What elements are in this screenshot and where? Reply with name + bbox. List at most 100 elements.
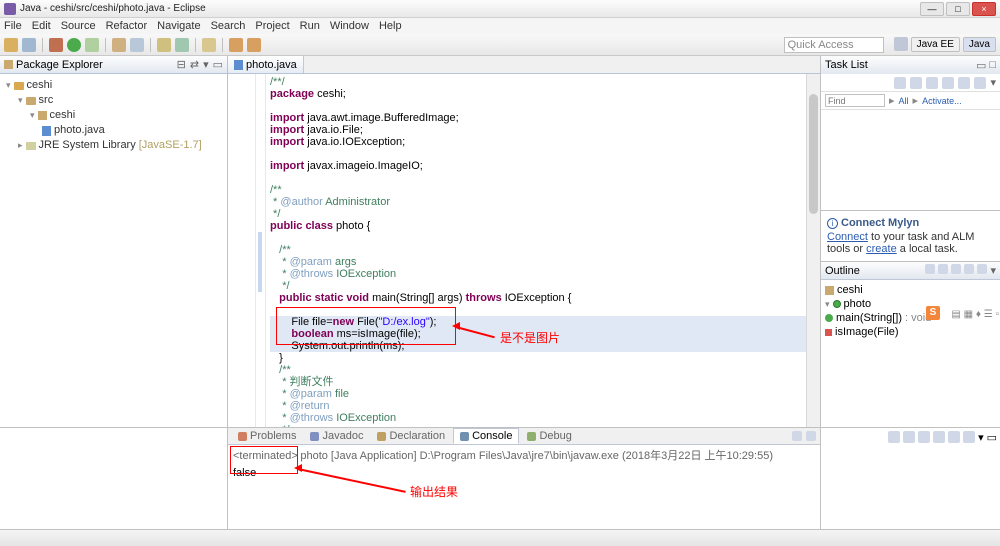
editor-area: photo.java /**/ package ceshi; import ja… (228, 56, 820, 427)
task-max-icon[interactable]: □ (989, 59, 996, 72)
task-min-icon[interactable]: ▭ (976, 59, 986, 72)
menu-file[interactable]: File (4, 20, 22, 32)
menu-edit[interactable]: Edit (32, 20, 51, 32)
tab-problems[interactable]: Problems (232, 428, 302, 444)
task-all-link[interactable]: All (899, 96, 909, 106)
debug-icon[interactable] (49, 38, 63, 52)
nav-back-icon[interactable] (229, 38, 243, 52)
package-explorer-icon (4, 60, 13, 69)
java-file-icon (42, 126, 51, 136)
minimize-button[interactable]: — (920, 2, 944, 16)
package-icon (38, 111, 47, 120)
menu-source[interactable]: Source (61, 20, 96, 32)
eclipse-icon (4, 3, 16, 15)
br-icon-1[interactable] (888, 431, 900, 443)
link-editor-icon[interactable]: ⇄ (190, 58, 199, 71)
new-package-icon[interactable] (112, 38, 126, 52)
br-icon-3[interactable] (918, 431, 930, 443)
mylyn-connect-link[interactable]: Connect (827, 231, 868, 243)
run-icon[interactable] (67, 38, 81, 52)
menu-run[interactable]: Run (300, 20, 320, 32)
tree-package[interactable]: ▾ceshi (6, 108, 221, 123)
outline-sort-icon[interactable] (925, 264, 935, 274)
br-icon-2[interactable] (903, 431, 915, 443)
run-last-icon[interactable] (85, 38, 99, 52)
mylyn-create-link[interactable]: create (866, 243, 897, 255)
tree-jre-library[interactable]: ▸JRE System Library [JavaSE-1.7] (6, 138, 221, 153)
outline-package[interactable]: ceshi (825, 283, 996, 297)
tab-debug[interactable]: Debug (521, 428, 577, 444)
view-menu-icon[interactable]: ▾ (203, 58, 209, 71)
menu-window[interactable]: Window (330, 20, 369, 32)
tab-console[interactable]: Console (453, 428, 519, 444)
outline-isimage-method[interactable]: isImage(File) (825, 325, 996, 339)
private-method-icon (825, 329, 832, 336)
console-view: Problems Javadoc Declaration Console Deb… (228, 428, 820, 529)
tab-declaration[interactable]: Declaration (371, 428, 451, 444)
editor-scrollbar[interactable] (806, 74, 820, 427)
perspective-java[interactable]: Java (963, 37, 996, 52)
console-remove-icon[interactable] (806, 431, 816, 441)
new-class-icon[interactable] (130, 38, 144, 52)
close-button[interactable]: × (972, 2, 996, 16)
collapse-all-icon[interactable]: ⊟ (177, 58, 186, 71)
br-menu-icon[interactable]: ▾ (978, 431, 984, 444)
br-icon-5[interactable] (948, 431, 960, 443)
new-icon[interactable] (4, 38, 18, 52)
toggle-mark-icon[interactable] (202, 38, 216, 52)
open-perspective-icon[interactable] (894, 37, 908, 51)
task-focus-icon[interactable] (974, 77, 986, 89)
task-find-input[interactable] (825, 94, 885, 107)
project-icon (14, 82, 24, 90)
maximize-button[interactable]: □ (946, 2, 970, 16)
task-sched-icon[interactable] (926, 77, 938, 89)
console-icon (460, 432, 469, 441)
task-cat-icon[interactable] (910, 77, 922, 89)
tree-project[interactable]: ▾ceshi (6, 78, 221, 93)
tree-java-file[interactable]: photo.java (6, 123, 221, 138)
menu-project[interactable]: Project (255, 20, 289, 32)
package-explorer-view: Package Explorer ⊟ ⇄ ▾ ▭ ▾ceshi ▾src ▾ce… (0, 56, 228, 427)
open-type-icon[interactable] (157, 38, 171, 52)
title-bar: Java - ceshi/src/ceshi/photo.java - Ecli… (0, 0, 1000, 18)
perspective-javaee[interactable]: Java EE (911, 37, 960, 52)
code-editor[interactable]: /**/ package ceshi; import java.awt.imag… (228, 74, 820, 427)
window-title: Java - ceshi/src/ceshi/photo.java - Ecli… (20, 3, 920, 14)
quick-access-input[interactable]: Quick Access (784, 37, 884, 53)
save-icon[interactable] (22, 38, 36, 52)
task-sync-icon[interactable] (942, 77, 954, 89)
nav-fwd-icon[interactable] (247, 38, 261, 52)
sogou-ime-icon: S (926, 306, 940, 320)
br-icon-6[interactable] (963, 431, 975, 443)
outline-hide-static-icon[interactable] (951, 264, 961, 274)
menu-refactor[interactable]: Refactor (106, 20, 148, 32)
status-bar (0, 529, 1000, 546)
new-task-icon[interactable] (894, 77, 906, 89)
mylyn-title: Connect Mylyn (841, 217, 919, 229)
outline-hide-fields-icon[interactable] (938, 264, 948, 274)
menu-search[interactable]: Search (211, 20, 246, 32)
tree-src[interactable]: ▾src (6, 93, 221, 108)
outline-menu-icon[interactable]: ▾ (990, 264, 996, 277)
br-icon-4[interactable] (933, 431, 945, 443)
console-output-line: false (233, 467, 256, 479)
menu-help[interactable]: Help (379, 20, 402, 32)
console-terminated-label: <terminated> (233, 450, 298, 462)
outline-hide-local-icon[interactable] (977, 264, 987, 274)
search-icon[interactable] (175, 38, 189, 52)
editor-tab-photo[interactable]: photo.java (228, 56, 304, 73)
outline-hide-nonpublic-icon[interactable] (964, 264, 974, 274)
tab-javadoc[interactable]: Javadoc (304, 428, 369, 444)
menu-navigate[interactable]: Navigate (157, 20, 200, 32)
package-icon (825, 286, 834, 295)
task-collapse-icon[interactable] (958, 77, 970, 89)
class-icon (833, 300, 841, 308)
debug-tab-icon (527, 432, 536, 441)
task-activate-link[interactable]: Activate... (922, 96, 962, 106)
br-min-icon[interactable]: ▭ (987, 431, 997, 444)
task-menu-icon[interactable]: ▾ (990, 76, 996, 89)
console-header: photo [Java Application] D:\Program File… (300, 450, 773, 462)
minimize-view-icon[interactable]: ▭ (213, 58, 223, 71)
annotation-text-2: 输出结果 (410, 483, 458, 500)
console-terminate-icon[interactable] (792, 431, 802, 441)
